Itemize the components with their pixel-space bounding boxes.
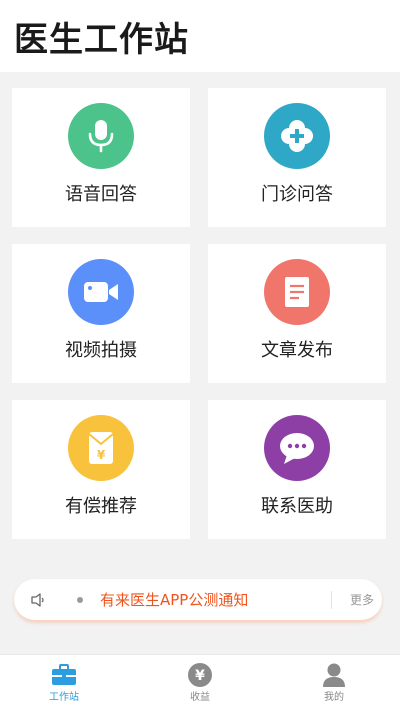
tile-clinic-qa[interactable]: 门诊问答	[208, 88, 386, 227]
app-header: 医生工作站	[0, 0, 400, 72]
tile-label: 联系医助	[261, 496, 333, 517]
tab-earnings[interactable]: ¥ 收益	[160, 655, 240, 706]
divider	[331, 591, 332, 609]
tile-paid-recommend[interactable]: ¥ 有偿推荐	[12, 400, 190, 539]
page-title: 医生工作站	[14, 20, 189, 60]
microphone-icon	[68, 103, 134, 169]
tab-label: 收益	[190, 692, 210, 703]
tile-label: 有偿推荐	[65, 496, 137, 517]
clinic-cross-icon	[264, 103, 330, 169]
notice-text[interactable]: 有来医生APP公测通知	[100, 589, 248, 611]
tab-mine[interactable]: 我的	[294, 655, 374, 706]
bullet-dot	[77, 597, 83, 603]
tile-video-shoot[interactable]: 视频拍摄	[12, 244, 190, 383]
tab-label: 我的	[324, 692, 344, 703]
yuan-coin-icon: ¥	[186, 661, 214, 689]
person-icon	[320, 661, 348, 689]
tab-label: 工作站	[49, 692, 79, 703]
tile-article-publish[interactable]: 文章发布	[208, 244, 386, 383]
announcement-bar[interactable]: 有来医生APP公测通知 更多	[14, 579, 382, 621]
bottom-tab-bar: 工作站 ¥ 收益 我的	[0, 654, 400, 706]
video-camera-icon	[68, 259, 134, 325]
more-link[interactable]: 更多	[350, 591, 374, 609]
tab-workstation[interactable]: 工作站	[24, 655, 104, 706]
speaker-icon	[30, 592, 46, 608]
document-icon	[264, 259, 330, 325]
feature-grid: 语音回答 门诊问答 视频拍摄 文章发布 ¥ 有偿推荐 联系医助	[12, 88, 388, 539]
tile-voice-answer[interactable]: 语音回答	[12, 88, 190, 227]
yuan-envelope-icon: ¥	[68, 415, 134, 481]
tile-label: 门诊问答	[261, 184, 333, 205]
tile-label: 视频拍摄	[65, 340, 137, 361]
briefcase-icon	[50, 661, 78, 689]
tile-label: 语音回答	[65, 184, 137, 205]
tile-contact-assistant[interactable]: 联系医助	[208, 400, 386, 539]
svg-text:¥: ¥	[195, 668, 205, 684]
tile-label: 文章发布	[261, 340, 333, 361]
chat-bubble-icon	[264, 415, 330, 481]
svg-text:¥: ¥	[97, 448, 106, 462]
